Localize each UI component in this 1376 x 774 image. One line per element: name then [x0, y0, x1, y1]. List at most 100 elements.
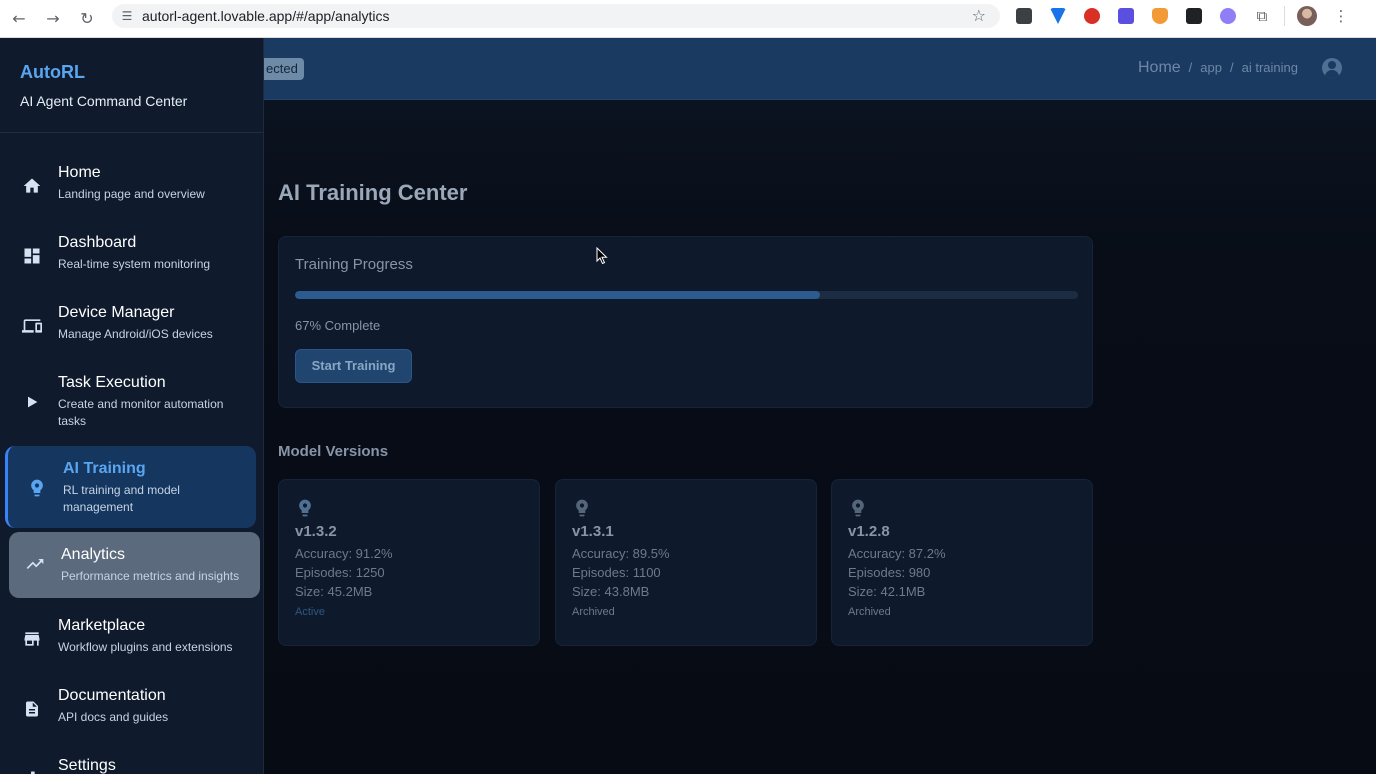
breadcrumb-current: ai training — [1241, 60, 1298, 75]
model-version: v1.3.2 — [295, 523, 337, 540]
model-size: Size: 43.8MB — [572, 584, 650, 599]
dashboard-icon — [20, 244, 44, 268]
account-circle-icon[interactable] — [1322, 58, 1342, 78]
sidebar-item-label: Device Manager — [58, 304, 175, 321]
model-accuracy: Accuracy: 91.2% — [295, 546, 393, 561]
devices-icon — [20, 314, 44, 338]
brain-icon — [848, 498, 868, 518]
progress-bar — [295, 291, 1078, 299]
model-versions-heading: Model Versions — [278, 443, 389, 460]
gear-icon — [20, 767, 44, 774]
sidebar-item-label: Marketplace — [58, 617, 146, 634]
mouse-cursor-icon — [596, 247, 608, 265]
extension-purple-icon[interactable] — [1114, 4, 1138, 28]
model-accuracy: Accuracy: 89.5% — [572, 546, 670, 561]
site-settings-icon[interactable]: ☰ — [112, 9, 142, 23]
start-training-button[interactable]: Start Training — [295, 349, 412, 383]
back-arrow-icon[interactable]: ← — [2, 4, 36, 34]
profile-avatar[interactable] — [1295, 4, 1319, 28]
sidebar-item-label: Home — [58, 164, 101, 181]
address-bar[interactable]: ☰ autorl-agent.lovable.app/#/app/analyti… — [112, 4, 1000, 28]
page-title: AI Training Center — [278, 180, 468, 205]
extension-password-icon[interactable] — [1012, 4, 1036, 28]
model-status: Archived — [848, 606, 891, 618]
sidebar-item-description: Real-time system monitoring — [58, 257, 211, 271]
sidebar-item-home[interactable]: Home Landing page and overview — [0, 164, 263, 203]
model-status: Active — [295, 606, 325, 618]
model-card-v1-3-2[interactable]: v1.3.2 Accuracy: 91.2% Episodes: 1250 Si… — [278, 479, 540, 646]
toolbar-divider — [1284, 6, 1285, 26]
breadcrumb-home[interactable]: Home — [1138, 59, 1181, 77]
model-episodes: Episodes: 1100 — [572, 565, 661, 580]
brain-icon — [572, 498, 592, 518]
progress-title: Training Progress — [295, 256, 413, 273]
sidebar-item-description: Landing page and overview — [58, 187, 205, 201]
forward-arrow-icon[interactable]: → — [36, 4, 70, 34]
model-card-v1-2-8[interactable]: v1.2.8 Accuracy: 87.2% Episodes: 980 Siz… — [831, 479, 1093, 646]
breadcrumb: Home / app / ai training — [1138, 59, 1298, 77]
sidebar-item-documentation[interactable]: Documentation API docs and guides — [0, 687, 263, 726]
sidebar-item-description: Create and monitor automation tasks — [58, 397, 224, 428]
sidebar-item-label: AI Training — [63, 460, 146, 477]
sidebar: AutoRL AI Agent Command Center Home Land… — [0, 38, 264, 774]
sidebar-item-label: Settings — [58, 757, 116, 774]
training-progress-card: Training Progress 67% Complete Start Tra… — [278, 236, 1093, 408]
breadcrumb-app[interactable]: app — [1200, 60, 1222, 75]
reload-icon[interactable]: ↻ — [70, 4, 104, 34]
sidebar-item-marketplace[interactable]: Marketplace Workflow plugins and extensi… — [0, 617, 263, 656]
sidebar-item-dashboard[interactable]: Dashboard Real-time system monitoring — [0, 234, 263, 273]
extension-cloud-icon[interactable] — [1216, 4, 1240, 28]
extension-shield-icon[interactable] — [1080, 4, 1104, 28]
model-version: v1.3.1 — [572, 523, 614, 540]
sidebar-item-description: RL training and model management — [63, 483, 180, 514]
model-version: v1.2.8 — [848, 523, 890, 540]
top-bar: ected Home / app / ai training — [264, 38, 1376, 100]
brand-tagline: AI Agent Command Center — [20, 93, 188, 109]
sidebar-item-description: API docs and guides — [58, 710, 169, 724]
breadcrumb-separator: / — [1188, 60, 1193, 75]
address-url[interactable]: autorl-agent.lovable.app/#/app/analytics — [142, 8, 390, 24]
extension-v-icon[interactable] — [1046, 4, 1070, 28]
home-icon — [20, 174, 44, 198]
model-size: Size: 45.2MB — [295, 584, 373, 599]
brain-icon — [295, 498, 315, 518]
document-icon — [20, 697, 44, 721]
app-root: AutoRL AI Agent Command Center Home Land… — [0, 38, 1376, 774]
brain-icon — [25, 476, 49, 500]
sidebar-item-device-manager[interactable]: Device Manager Manage Android/iOS device… — [0, 304, 263, 343]
model-card-v1-3-1[interactable]: v1.3.1 Accuracy: 89.5% Episodes: 1100 Si… — [555, 479, 817, 646]
browser-toolbar: ← → ↻ ☰ autorl-agent.lovable.app/#/app/a… — [0, 0, 1376, 38]
model-size: Size: 42.1MB — [848, 584, 926, 599]
browser-menu-icon[interactable]: ⋮ — [1329, 4, 1353, 28]
progress-percent-text: 67% Complete — [295, 318, 381, 333]
model-episodes: Episodes: 1250 — [295, 565, 385, 580]
trending-up-icon — [23, 552, 47, 576]
sidebar-item-task-execution[interactable]: Task Execution Create and monitor automa… — [0, 374, 263, 430]
brand-block: AutoRL AI Agent Command Center — [0, 38, 263, 133]
sidebar-item-description: Workflow plugins and extensions — [58, 640, 233, 654]
model-episodes: Episodes: 980 — [848, 565, 931, 580]
extension-fox-icon[interactable] — [1148, 4, 1172, 28]
extension-prompt-icon[interactable] — [1182, 4, 1206, 28]
sidebar-item-label: Task Execution — [58, 374, 166, 391]
extensions-bar: ⧉ ⋮ — [1012, 4, 1353, 28]
sidebar-item-settings[interactable]: Settings — [0, 757, 263, 774]
model-accuracy: Accuracy: 87.2% — [848, 546, 946, 561]
store-icon — [20, 627, 44, 651]
brand-name[interactable]: AutoRL — [20, 62, 243, 83]
breadcrumb-separator: / — [1230, 60, 1234, 75]
sidebar-item-label: Dashboard — [58, 234, 137, 251]
progress-bar-fill — [295, 291, 820, 299]
extensions-puzzle-icon[interactable]: ⧉ — [1250, 4, 1274, 28]
sidebar-item-analytics[interactable]: Analytics Performance metrics and insigh… — [9, 532, 260, 598]
main-content: ected Home / app / ai training AI Traini… — [264, 38, 1376, 774]
sidebar-item-ai-training[interactable]: AI Training RL training and model manage… — [5, 446, 256, 528]
sidebar-item-description: Performance metrics and insights — [61, 569, 240, 583]
sidebar-item-description: Manage Android/iOS devices — [58, 327, 213, 341]
sidebar-item-label: Analytics — [61, 546, 126, 563]
play-icon — [20, 390, 44, 414]
status-badge: ected — [264, 58, 304, 80]
bookmark-star-icon[interactable]: ☆ — [972, 6, 986, 25]
model-status: Archived — [572, 606, 615, 618]
sidebar-item-label: Documentation — [58, 687, 166, 704]
